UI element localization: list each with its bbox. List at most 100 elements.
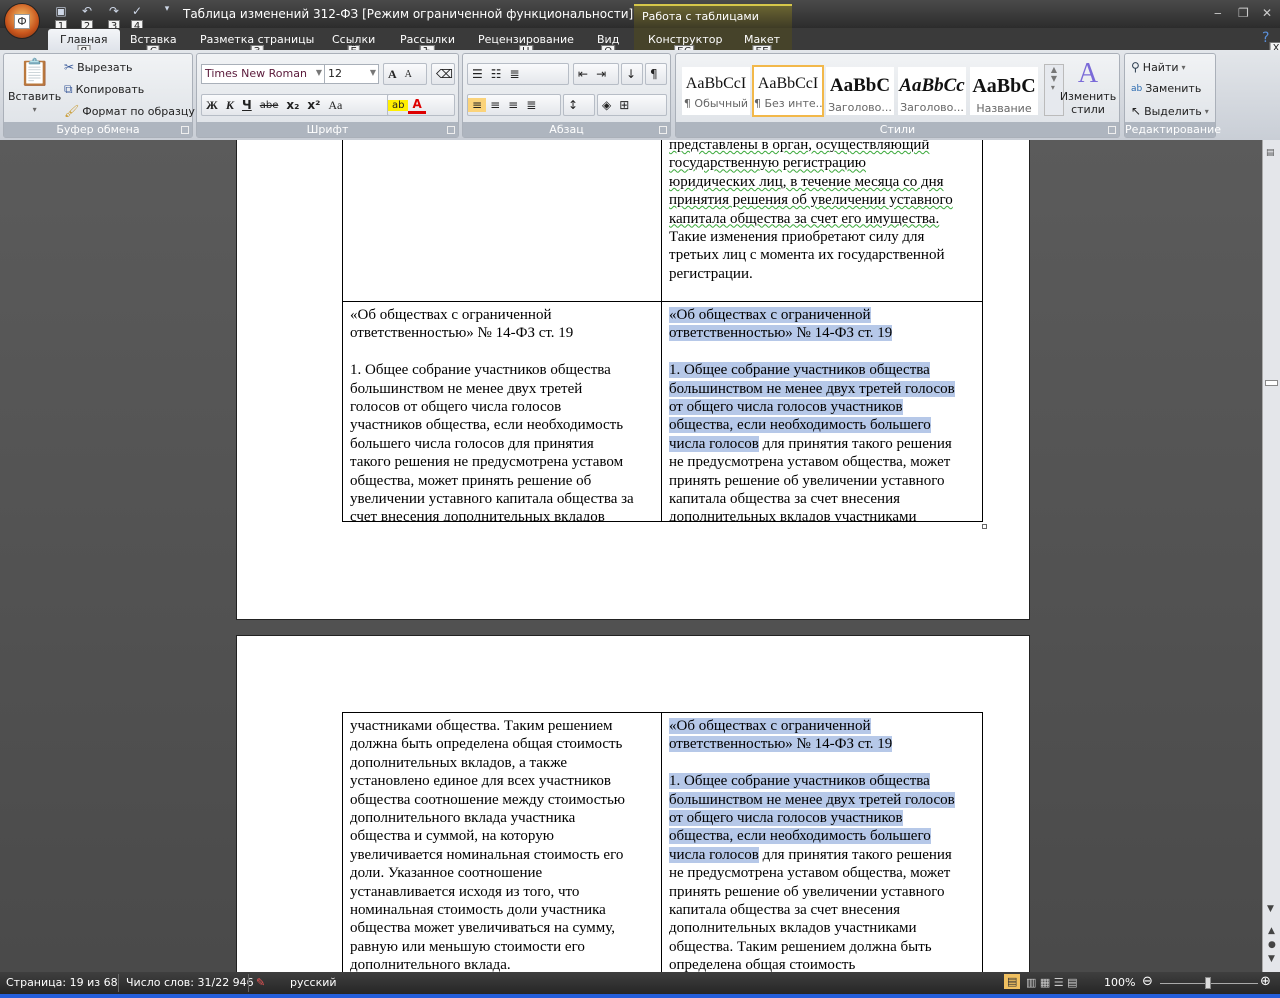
replace-button[interactable]: ab Заменить: [1131, 82, 1201, 95]
text-line: большинством не менее двух третей голосо…: [669, 791, 975, 809]
tab-view[interactable]: ВидО: [597, 33, 619, 58]
ruler-toggle-icon[interactable]: ▤: [1266, 148, 1275, 158]
grow-font-button[interactable]: A: [384, 67, 401, 82]
style-item[interactable]: AaBbCc Заголово...: [898, 67, 966, 115]
view-mode-icons[interactable]: ▥ ▦ ☰ ▤: [1026, 976, 1078, 989]
numbering-icon[interactable]: ☷: [487, 67, 506, 81]
table-cell[interactable]: «Об обществах с ограниченной ответственно…: [342, 301, 662, 522]
style-item[interactable]: AaBbCcI ¶ Без инте...: [752, 65, 824, 117]
close-button[interactable]: ✕: [1262, 6, 1272, 20]
table-cell[interactable]: «Об обществах с ограниченной ответственно…: [661, 712, 983, 972]
justify-icon[interactable]: ≣: [522, 98, 540, 112]
decrease-indent-icon[interactable]: ⇤: [574, 67, 592, 81]
format-painter-button[interactable]: 🖌 Формат по образцу: [64, 104, 195, 118]
tab-layout[interactable]: МакетБЕ: [744, 33, 780, 58]
zoom-out-icon[interactable]: ⊖: [1142, 974, 1153, 989]
tab-insert[interactable]: ВставкаС: [130, 33, 177, 58]
text-line: капитала общества за счет внесения: [669, 490, 975, 508]
page-indicator[interactable]: Страница: 19 из 68: [6, 976, 118, 989]
change-styles-button[interactable]: A Изменить стили: [1060, 58, 1116, 116]
undo-icon[interactable]: ↶ 2: [78, 4, 96, 33]
dialog-launcher-icon[interactable]: [659, 126, 667, 134]
tab-page-layout[interactable]: Разметка страницыЗ: [200, 33, 314, 58]
clear-formatting-button[interactable]: ⌫: [431, 63, 455, 85]
scrollbar-thumb[interactable]: [1265, 380, 1278, 386]
style-item[interactable]: AaBbC Заголово...: [826, 67, 894, 115]
scroll-down-icon[interactable]: ▼: [1267, 904, 1274, 914]
redo-icon[interactable]: ↷ 3: [105, 4, 123, 33]
line-spacing-button[interactable]: ↕: [563, 94, 595, 116]
italic-button[interactable]: К: [222, 98, 238, 113]
style-item[interactable]: AaBbC Название: [970, 67, 1038, 115]
selected-text: общества, если необходимость большего: [669, 417, 931, 434]
bold-button[interactable]: Ж: [202, 98, 222, 113]
shading-icon[interactable]: ◈: [598, 98, 615, 112]
print-layout-view-icon[interactable]: ▤: [1004, 974, 1021, 989]
highlight-color-button[interactable]: ab: [388, 99, 409, 111]
strikethrough-button[interactable]: abe: [256, 100, 283, 111]
language-indicator[interactable]: русский: [290, 976, 337, 989]
zoom-level[interactable]: 100%: [1104, 976, 1135, 989]
tab-design[interactable]: КонструкторБС: [648, 33, 722, 58]
text-line: участников общества, если необходимость: [350, 417, 624, 434]
minimize-button[interactable]: ‒: [1214, 6, 1222, 20]
table-resize-handle[interactable]: [982, 524, 987, 529]
text-line: увеличении уставного капитала общества з…: [350, 490, 634, 507]
tab-references[interactable]: СсылкиЁ: [332, 33, 375, 58]
save-icon[interactable]: ▣ 1: [52, 4, 70, 33]
increase-indent-icon[interactable]: ⇥: [592, 67, 610, 81]
dialog-launcher-icon[interactable]: [1108, 126, 1116, 134]
zoom-slider-thumb[interactable]: [1205, 977, 1211, 989]
superscript-button[interactable]: x²: [303, 98, 324, 112]
document-workspace[interactable]: представлены в орган, осуществляющий госу…: [0, 140, 1262, 972]
spellcheck-icon[interactable]: ✓ 4: [128, 4, 146, 33]
multilevel-list-icon[interactable]: ≣: [506, 67, 524, 81]
table-cell[interactable]: [342, 140, 662, 302]
font-color-button[interactable]: A: [408, 97, 426, 114]
underline-button[interactable]: Ч: [238, 98, 256, 112]
restore-button[interactable]: ❐: [1238, 6, 1249, 20]
tab-home[interactable]: ГлавнаяЯ: [48, 29, 120, 58]
vertical-scrollbar[interactable]: ▤ ▼ ▲ ● ▼: [1262, 140, 1280, 972]
word-count[interactable]: Число слов: 31/22 946: [126, 976, 254, 989]
dialog-launcher-icon[interactable]: [181, 126, 189, 134]
customize-qat-icon[interactable]: ▾: [158, 4, 176, 24]
selected-text: 1. Общее собрание участников общества: [669, 773, 930, 790]
align-left-icon[interactable]: ≡: [468, 98, 487, 112]
borders-icon[interactable]: ⊞: [615, 98, 633, 112]
table-cell[interactable]: участниками общества. Таким решением долж…: [342, 712, 662, 972]
table-cell[interactable]: представлены в орган, осуществляющий госу…: [661, 140, 983, 302]
cut-button[interactable]: ✂ Вырезать: [64, 60, 133, 74]
paste-button[interactable]: 📋 Вставить ▾: [8, 58, 61, 114]
sort-button[interactable]: ↓: [621, 63, 643, 85]
bullets-icon[interactable]: ☰: [468, 67, 487, 81]
zoom-in-icon[interactable]: ⊕: [1260, 974, 1271, 989]
office-button[interactable]: Ф: [4, 3, 40, 39]
style-item[interactable]: AaBbCcI ¶ Обычный: [682, 67, 750, 115]
align-right-icon[interactable]: ≡: [504, 98, 522, 112]
dialog-launcher-icon[interactable]: [447, 126, 455, 134]
tab-review[interactable]: РецензированиеЦ: [478, 33, 574, 58]
font-size-select[interactable]: 12 ▼: [324, 64, 379, 84]
show-marks-button[interactable]: ¶: [645, 63, 667, 85]
find-button[interactable]: ⚲ Найти ▾: [1131, 60, 1186, 74]
text-line: общества, если необходимость большего: [669, 827, 975, 845]
browse-object-icons[interactable]: ▲ ● ▼: [1268, 924, 1276, 966]
change-case-button[interactable]: Aa: [324, 98, 346, 113]
group-label: Стили: [676, 122, 1119, 137]
selected-text: ответственностью» № 14-ФЗ ст. 19: [669, 736, 893, 753]
select-button[interactable]: ↖ Выделить ▾: [1131, 104, 1209, 118]
tab-mailings[interactable]: РассылкиЪ: [400, 33, 455, 58]
text-line: общества, может принять решение об: [350, 472, 592, 489]
shrink-font-button[interactable]: A: [401, 69, 416, 80]
table-cell[interactable]: «Об обществах с ограниченной ответственно…: [661, 301, 983, 522]
text-line: Такие изменения приобретают силу для: [669, 228, 975, 246]
subscript-button[interactable]: x₂: [282, 98, 303, 112]
align-center-icon[interactable]: ≡: [486, 98, 504, 112]
copy-button[interactable]: ⧉ Копировать: [64, 82, 144, 97]
cut-label: Вырезать: [77, 60, 133, 74]
proofing-icon[interactable]: ✎: [256, 976, 265, 989]
text-line: такого решения не предусмотрена уставом: [350, 454, 624, 471]
help-icon[interactable]: ? Х: [1262, 30, 1280, 55]
font-name-select[interactable]: Times New Roman ▼: [201, 64, 325, 84]
